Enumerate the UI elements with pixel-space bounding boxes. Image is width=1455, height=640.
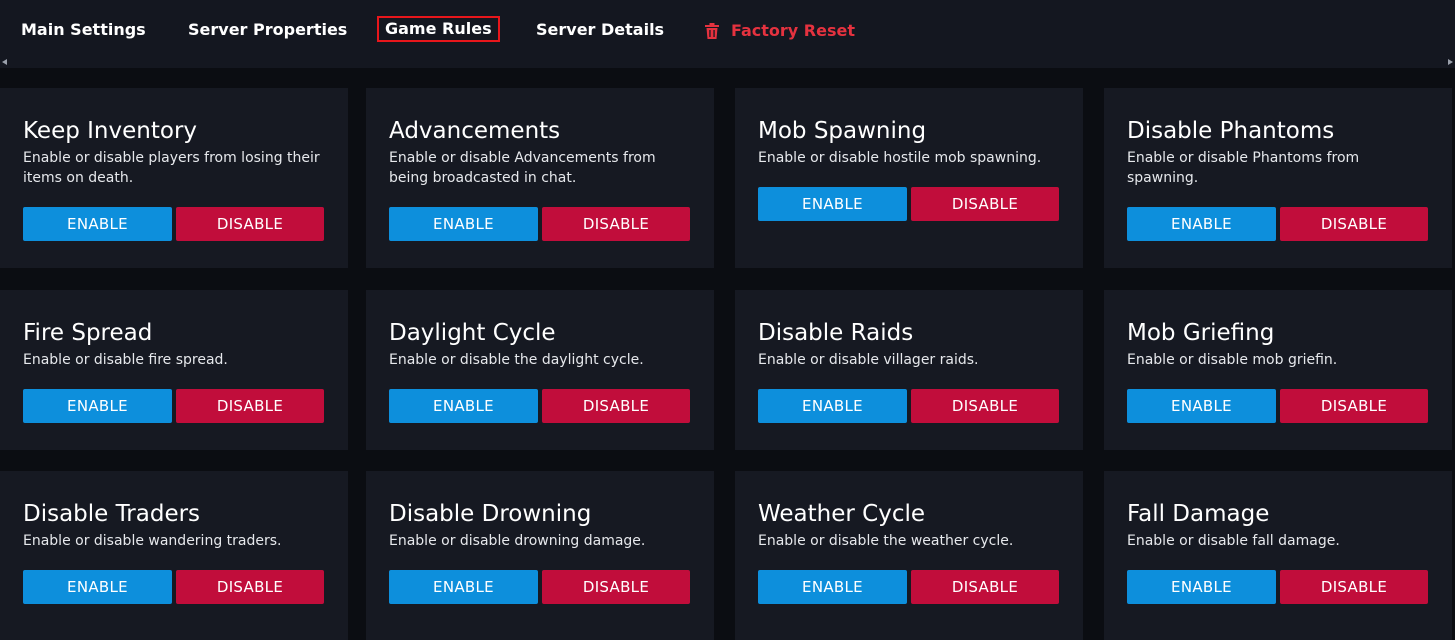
rule-description: Enable or disable hostile mob spawning.	[758, 150, 1042, 166]
rule-title: Mob Spawning	[758, 118, 927, 144]
disable-button[interactable]: DISABLE	[1280, 207, 1428, 241]
rule-card-disable-drowning: Disable Drowning Enable or disable drown…	[366, 471, 714, 640]
rule-title: Disable Raids	[758, 320, 914, 346]
rule-title: Daylight Cycle	[389, 320, 556, 346]
disable-button[interactable]: DISABLE	[1280, 570, 1428, 604]
enable-button[interactable]: ENABLE	[758, 187, 907, 221]
enable-button[interactable]: ENABLE	[389, 207, 538, 241]
rule-description: Enable or disable the daylight cycle.	[389, 352, 644, 368]
disable-button[interactable]: DISABLE	[176, 389, 324, 423]
rule-title: Disable Phantoms	[1127, 118, 1335, 144]
disable-button[interactable]: DISABLE	[1280, 389, 1428, 423]
enable-button[interactable]: ENABLE	[758, 570, 907, 604]
enable-button[interactable]: ENABLE	[1127, 389, 1276, 423]
tab-server-properties[interactable]: Server Properties	[188, 18, 347, 44]
disable-button[interactable]: DISABLE	[911, 389, 1059, 423]
tab-factory-reset[interactable]: Factory Reset	[705, 18, 855, 44]
rule-title: Fall Damage	[1127, 501, 1270, 527]
rule-description: Enable or disable wandering traders.	[23, 533, 282, 549]
enable-button[interactable]: ENABLE	[23, 389, 172, 423]
enable-button[interactable]: ENABLE	[1127, 570, 1276, 604]
rule-title: Disable Traders	[23, 501, 201, 527]
rule-card-disable-raids: Disable Raids Enable or disable villager…	[735, 290, 1083, 450]
rule-title: Fire Spread	[23, 320, 153, 346]
tab-server-details[interactable]: Server Details	[536, 18, 664, 44]
rule-title: Weather Cycle	[758, 501, 926, 527]
disable-button[interactable]: DISABLE	[911, 570, 1059, 604]
rule-card-fall-damage: Fall Damage Enable or disable fall damag…	[1104, 471, 1452, 640]
rule-description: Enable or disable the weather cycle.	[758, 533, 1014, 549]
tab-game-rules[interactable]: Game Rules	[377, 16, 500, 42]
rule-card-keep-inventory: Keep Inventory Enable or disable players…	[0, 88, 348, 268]
rule-title: Disable Drowning	[389, 501, 592, 527]
rule-title: Mob Griefing	[1127, 320, 1275, 346]
rule-title: Advancements	[389, 118, 561, 144]
enable-button[interactable]: ENABLE	[389, 570, 538, 604]
scroll-right-arrow-icon[interactable]	[1448, 59, 1453, 65]
rule-card-daylight-cycle: Daylight Cycle Enable or disable the day…	[366, 290, 714, 450]
disable-button[interactable]: DISABLE	[911, 187, 1059, 221]
rule-description: Enable or disable villager raids.	[758, 352, 979, 368]
rule-card-weather-cycle: Weather Cycle Enable or disable the weat…	[735, 471, 1083, 640]
enable-button[interactable]: ENABLE	[1127, 207, 1276, 241]
game-rules-grid: Keep Inventory Enable or disable players…	[0, 88, 1455, 640]
enable-button[interactable]: ENABLE	[758, 389, 907, 423]
rule-card-advancements: Advancements Enable or disable Advanceme…	[366, 88, 714, 268]
rule-description: Enable or disable fall damage.	[1127, 533, 1340, 549]
enable-button[interactable]: ENABLE	[23, 570, 172, 604]
rule-card-mob-griefing: Mob Griefing Enable or disable mob grief…	[1104, 290, 1452, 450]
disable-button[interactable]: DISABLE	[176, 207, 324, 241]
rule-description: Enable or disable Phantoms from spawning…	[1127, 150, 1360, 186]
disable-button[interactable]: DISABLE	[542, 207, 690, 241]
rule-description: Enable or disable drowning damage.	[389, 533, 646, 549]
tab-factory-reset-label: Factory Reset	[731, 21, 855, 40]
scroll-left-arrow-icon[interactable]	[2, 59, 7, 65]
top-nav-bar: Main Settings Server Properties Game Rul…	[0, 0, 1455, 68]
disable-button[interactable]: DISABLE	[176, 570, 324, 604]
disable-button[interactable]: DISABLE	[542, 570, 690, 604]
disable-button[interactable]: DISABLE	[542, 389, 690, 423]
enable-button[interactable]: ENABLE	[389, 389, 538, 423]
rule-description: Enable or disable mob griefin.	[1127, 352, 1338, 368]
rule-card-disable-phantoms: Disable Phantoms Enable or disable Phant…	[1104, 88, 1452, 268]
rule-description: Enable or disable fire spread.	[23, 352, 228, 368]
rule-card-disable-traders: Disable Traders Enable or disable wander…	[0, 471, 348, 640]
rule-description: Enable or disable players from losing th…	[23, 150, 320, 186]
rule-card-mob-spawning: Mob Spawning Enable or disable hostile m…	[735, 88, 1083, 268]
tab-list: Main Settings Server Properties Game Rul…	[0, 0, 1455, 60]
rule-card-fire-spread: Fire Spread Enable or disable fire sprea…	[0, 290, 348, 450]
tab-main-settings[interactable]: Main Settings	[21, 18, 146, 44]
rule-description: Enable or disable Advancements from bein…	[389, 150, 656, 186]
enable-button[interactable]: ENABLE	[23, 207, 172, 241]
trash-icon	[705, 23, 719, 39]
rule-title: Keep Inventory	[23, 118, 198, 144]
